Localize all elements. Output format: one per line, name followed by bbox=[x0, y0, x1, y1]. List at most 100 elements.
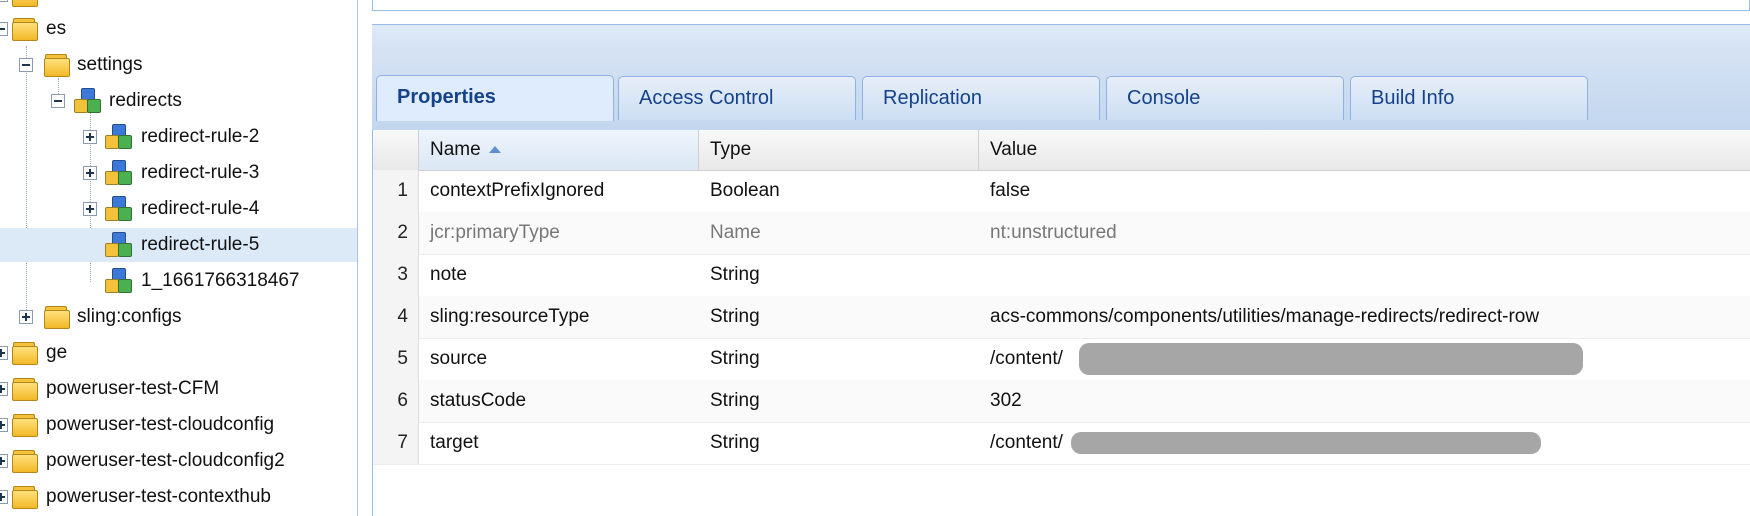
row-number: 1 bbox=[373, 170, 419, 212]
row-number: 2 bbox=[373, 212, 419, 254]
property-name: contextPrefixIgnored bbox=[430, 180, 605, 201]
tree-item-sling-configs[interactable]: sling:configs bbox=[0, 300, 357, 334]
collapse-toggle-icon[interactable] bbox=[51, 94, 65, 108]
tree-item-label: settings bbox=[77, 54, 143, 75]
tree-item-redirect-rule-3[interactable]: redirect-rule-3 bbox=[0, 156, 357, 190]
row-number-header bbox=[373, 130, 419, 170]
row-number: 5 bbox=[373, 338, 419, 380]
expand-toggle-icon[interactable] bbox=[0, 454, 8, 468]
tree-item-1661766318467[interactable]: 1_1661766318467 bbox=[0, 264, 357, 298]
row-number: 7 bbox=[373, 422, 419, 464]
tree-item-label: poweruser-test-contexthub bbox=[46, 486, 271, 507]
tree-item-settings[interactable]: settings bbox=[0, 48, 357, 82]
expand-toggle-icon[interactable] bbox=[0, 418, 8, 432]
expand-toggle-icon[interactable] bbox=[0, 490, 8, 504]
expand-toggle-icon[interactable] bbox=[83, 166, 97, 180]
expand-toggle-icon[interactable] bbox=[83, 202, 97, 216]
table-row[interactable]: 6 statusCode String 302 bbox=[373, 380, 1750, 423]
property-type: String bbox=[710, 390, 760, 411]
tree-item-label: redirect-rule-5 bbox=[141, 234, 260, 255]
property-type: Boolean bbox=[710, 180, 780, 201]
folder-icon bbox=[12, 450, 38, 473]
folder-icon bbox=[12, 18, 38, 41]
details-panel: Properties Access Control Replication Co… bbox=[358, 0, 1750, 516]
folder-icon bbox=[12, 378, 38, 401]
editor-area bbox=[372, 0, 1750, 11]
node-cubes-icon bbox=[105, 268, 132, 293]
tree-item-label: redirect-rule-3 bbox=[141, 162, 260, 183]
tab-properties[interactable]: Properties bbox=[376, 75, 614, 121]
property-type: String bbox=[710, 306, 760, 327]
property-value: acs-commons/components/utilities/manage-… bbox=[990, 306, 1540, 327]
property-name: jcr:primaryType bbox=[430, 222, 560, 243]
tree-item-redirect-rule-2[interactable]: redirect-rule-2 bbox=[0, 120, 357, 154]
property-value: false bbox=[990, 180, 1031, 201]
node-cubes-icon bbox=[105, 124, 132, 149]
tree-item-redirect-rule-5[interactable]: redirect-rule-5 bbox=[0, 228, 357, 262]
property-value: nt:unstructured bbox=[990, 222, 1117, 243]
folder-icon bbox=[12, 414, 38, 437]
tab-build-info[interactable]: Build Info bbox=[1350, 76, 1588, 120]
tab-console[interactable]: Console bbox=[1106, 76, 1344, 120]
tree-item-poweruser-test-contexthub[interactable]: poweruser-test-contexthub bbox=[0, 480, 357, 514]
column-header-label: Name bbox=[430, 139, 481, 160]
property-type: String bbox=[710, 432, 760, 453]
node-cubes-icon bbox=[74, 88, 101, 113]
table-row[interactable]: 2 jcr:primaryType Name nt:unstructured bbox=[373, 212, 1750, 255]
folder-icon bbox=[12, 486, 38, 509]
tree-item-poweruser-test-cloudconfig[interactable]: poweruser-test-cloudconfig bbox=[0, 408, 357, 442]
expand-toggle-icon[interactable] bbox=[83, 130, 97, 144]
expand-toggle-icon[interactable] bbox=[0, 346, 8, 360]
tree-item-poweruser-test-cfm[interactable]: poweruser-test-CFM bbox=[0, 372, 357, 406]
folder-icon bbox=[12, 342, 38, 365]
property-name: sling:resourceType bbox=[430, 306, 590, 327]
tree-item-label: redirect-rule-4 bbox=[141, 198, 260, 219]
column-header-type[interactable]: Type bbox=[699, 130, 979, 170]
property-type: Name bbox=[710, 222, 761, 243]
column-header-value[interactable]: Value bbox=[979, 130, 1750, 170]
collapse-toggle-icon[interactable] bbox=[0, 22, 8, 36]
tree-item-es[interactable]: es bbox=[0, 12, 357, 46]
table-row[interactable]: 1 contextPrefixIgnored Boolean false bbox=[373, 170, 1750, 213]
sort-ascending-icon bbox=[488, 146, 501, 154]
property-name: statusCode bbox=[430, 390, 527, 411]
table-row[interactable]: 5 source String /content/ bbox=[373, 338, 1750, 381]
folder-icon bbox=[44, 54, 70, 77]
tree-item-redirect-rule-4[interactable]: redirect-rule-4 bbox=[0, 192, 357, 226]
tab-access-control[interactable]: Access Control bbox=[618, 76, 856, 120]
table-row[interactable]: 3 note String bbox=[373, 254, 1750, 297]
tree-item-poweruser-test-cloudconfig2[interactable]: poweruser-test-cloudconfig2 bbox=[0, 444, 357, 478]
node-cubes-icon bbox=[105, 196, 132, 221]
grid-header: Name Type Value bbox=[373, 130, 1750, 171]
row-number: 4 bbox=[373, 296, 419, 338]
expand-toggle-icon[interactable] bbox=[0, 382, 8, 396]
tab-bar: Properties Access Control Replication Co… bbox=[372, 54, 1750, 131]
collapse-toggle-icon[interactable] bbox=[19, 58, 33, 72]
column-header-name[interactable]: Name bbox=[419, 130, 699, 170]
properties-grid: Name Type Value 1 contextPrefixIgnored B… bbox=[372, 130, 1750, 516]
table-row[interactable]: 7 target String /content/ bbox=[373, 422, 1750, 465]
tree-item-label: poweruser-test-cloudconfig bbox=[46, 414, 275, 435]
table-row[interactable]: 4 sling:resourceType String acs-commons/… bbox=[373, 296, 1750, 339]
property-type: String bbox=[710, 348, 760, 369]
property-value: 302 bbox=[990, 390, 1022, 411]
expand-toggle-icon[interactable] bbox=[19, 310, 33, 324]
redaction-mark bbox=[1079, 343, 1583, 375]
row-number: 6 bbox=[373, 380, 419, 422]
expand-toggle-icon[interactable] bbox=[0, 0, 8, 2]
tree-item-label: es bbox=[46, 18, 67, 39]
tree-item-cut-off[interactable] bbox=[0, 0, 357, 12]
property-name: target bbox=[430, 432, 479, 453]
property-name: source bbox=[430, 348, 488, 369]
tree-item-label: ge bbox=[46, 342, 68, 363]
property-type: String bbox=[710, 264, 760, 285]
tab-replication[interactable]: Replication bbox=[862, 76, 1100, 120]
repository-tree: es settings redirects redirect-rule-2 re… bbox=[0, 0, 358, 516]
property-name: note bbox=[430, 264, 467, 285]
tree-item-ge[interactable]: ge bbox=[0, 336, 357, 370]
node-cubes-icon bbox=[105, 160, 132, 185]
tree-item-label: poweruser-test-cloudconfig2 bbox=[46, 450, 285, 471]
node-cubes-icon bbox=[105, 232, 132, 257]
tree-item-label: redirects bbox=[109, 90, 182, 111]
tree-item-redirects[interactable]: redirects bbox=[0, 84, 357, 118]
